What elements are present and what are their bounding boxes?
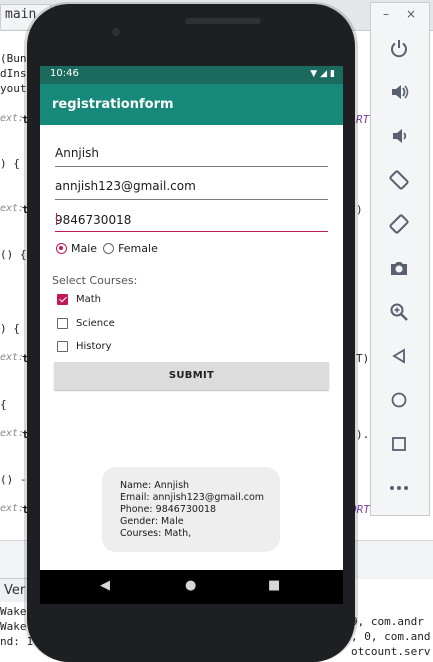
radio-female[interactable] — [103, 242, 115, 254]
earpiece-speaker — [185, 18, 261, 24]
close-icon[interactable]: × — [406, 7, 416, 21]
back-icon[interactable] — [385, 342, 413, 370]
checkbox-science-label[interactable]: Science — [76, 318, 115, 329]
code-line: ) { — [0, 157, 20, 170]
result-email: Email: annjish123@gmail.com — [120, 492, 265, 503]
checkbox-math-label[interactable]: Math — [76, 294, 101, 305]
checkbox-science[interactable] — [57, 317, 68, 329]
emulator-toolbar: – × — [370, 2, 430, 516]
overview-icon[interactable] — [385, 430, 413, 458]
text-cursor — [56, 213, 57, 225]
result-name: Name: Annjish — [120, 480, 190, 491]
code-hint: ext: — [0, 503, 25, 514]
checkbox-row-history[interactable]: History — [57, 338, 112, 354]
camera-icon[interactable] — [385, 254, 413, 282]
code-hint: ext: — [0, 203, 25, 214]
volume-up-icon[interactable] — [385, 78, 413, 106]
name-field[interactable]: Annjish — [55, 144, 328, 167]
code-line: ) { — [0, 322, 20, 335]
device-screen: 10:46 ▼ ◢ ▮ registrationform Annjish ann… — [40, 66, 343, 604]
radio-female-label[interactable]: Female — [118, 242, 158, 255]
checkbox-history-label[interactable]: History — [76, 341, 112, 352]
radio-male-label[interactable]: Male — [71, 242, 97, 255]
submit-button[interactable]: SUBMIT — [54, 362, 329, 390]
log-line: otcount.serv — [351, 645, 431, 658]
checkbox-row-math[interactable]: Math — [57, 291, 101, 307]
courses-label: Select Courses: — [52, 274, 138, 287]
code-line: () { — [0, 248, 27, 261]
checkbox-history[interactable] — [57, 340, 68, 352]
log-line: 9, com.andr — [351, 615, 424, 628]
front-camera — [112, 28, 120, 36]
app-bar: registrationform — [40, 84, 343, 125]
nav-home-icon[interactable]: ● — [185, 578, 196, 593]
status-time: 10:46 — [50, 68, 79, 79]
code-hint: ext: — [0, 428, 25, 439]
email-field-value: annjish123@gmail.com — [55, 179, 196, 193]
battery-icon: ▮ — [330, 69, 335, 79]
code-line: { — [0, 398, 7, 411]
signal-icon: ◢ — [320, 69, 328, 79]
rotate-left-icon[interactable] — [385, 166, 413, 194]
volume-down-icon[interactable] — [385, 122, 413, 150]
minimize-icon[interactable]: – — [383, 7, 389, 21]
power-icon[interactable] — [385, 34, 413, 62]
nav-back-icon[interactable]: ◀ — [100, 578, 110, 593]
code-hint: ext: — [0, 352, 25, 363]
rotate-right-icon[interactable] — [385, 210, 413, 238]
code-line: (Bun — [0, 52, 27, 65]
checkbox-row-science[interactable]: Science — [57, 315, 115, 331]
nav-recents-icon[interactable]: ■ — [268, 578, 280, 593]
home-icon[interactable] — [385, 386, 413, 414]
code-line: () - — [0, 473, 27, 486]
code-hint: ext: — [0, 113, 25, 124]
status-bar: 10:46 ▼ ◢ ▮ — [40, 66, 343, 84]
gender-radio-group: Male Female — [56, 239, 164, 257]
code-line: yout — [0, 82, 27, 95]
phone-field-text: 9846730018 — [55, 213, 132, 227]
wifi-icon: ▼ — [310, 69, 318, 79]
result-gender: Gender: Male — [120, 516, 184, 527]
more-icon[interactable] — [385, 474, 413, 502]
phone-field[interactable]: 9846730018 — [55, 209, 328, 232]
log-line: , 0, com.and — [351, 630, 431, 643]
result-courses: Courses: Math, — [120, 528, 192, 539]
email-field[interactable]: annjish123@gmail.com — [55, 177, 328, 200]
code-line: dIns — [0, 67, 27, 80]
name-field-value: Annjish — [55, 146, 99, 160]
log-line: Wake — [0, 605, 27, 618]
status-icons: ▼ ◢ ▮ — [310, 69, 335, 79]
result-card: Name: Annjish Email: annjish123@gmail.co… — [102, 467, 280, 552]
log-line: Wake — [0, 620, 27, 633]
radio-male[interactable] — [56, 242, 67, 254]
result-phone: Phone: 9846730018 — [120, 504, 217, 515]
checkbox-math[interactable] — [57, 293, 68, 305]
navigation-bar: ◀ ● ■ — [40, 570, 343, 604]
zoom-icon[interactable] — [385, 298, 413, 326]
app-title: registrationform — [52, 97, 174, 112]
